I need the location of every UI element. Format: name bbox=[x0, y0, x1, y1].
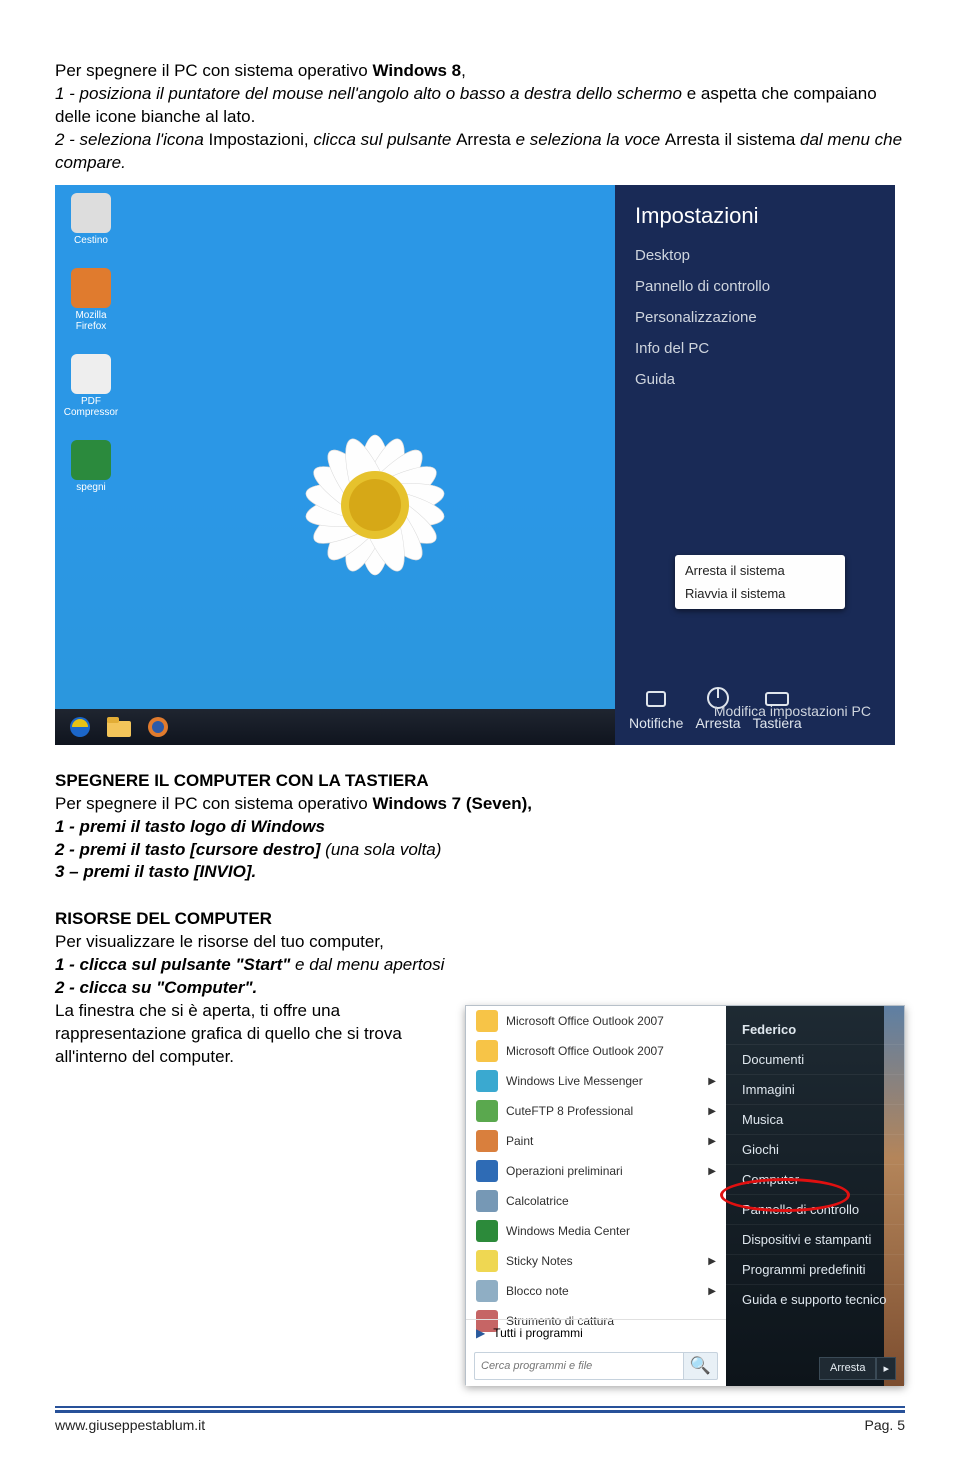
settings-item[interactable]: Desktop bbox=[635, 247, 895, 264]
all-programs[interactable]: ▶ Tutti i programmi bbox=[466, 1319, 726, 1346]
footer-site: www.giuseppestablum.it bbox=[55, 1417, 205, 1433]
submenu-arrow-icon: ▶ bbox=[708, 1106, 716, 1117]
app-icon bbox=[476, 1250, 498, 1272]
intro-paragraph-1: Per spegnere il PC con sistema operativo… bbox=[55, 60, 905, 175]
start-item-label: Sticky Notes bbox=[506, 1254, 573, 1268]
start-left-item[interactable]: CuteFTP 8 Professional ▶ bbox=[466, 1096, 726, 1126]
ie-icon bbox=[69, 716, 91, 738]
start-left-item[interactable]: Paint ▶ bbox=[466, 1126, 726, 1156]
figure-start-menu: Microsoft Office Outlook 2007 Microsoft O… bbox=[465, 1005, 905, 1385]
desktop-icons: Cestino Mozilla Firefox PDF Compressor s… bbox=[63, 193, 119, 515]
win8-taskbar bbox=[55, 709, 615, 745]
daisy-image bbox=[245, 375, 505, 635]
user-name[interactable]: Federico bbox=[726, 1006, 904, 1044]
app-icon bbox=[476, 1280, 498, 1302]
start-right-item[interactable]: Giochi bbox=[726, 1134, 904, 1164]
settings-item[interactable]: Guida bbox=[635, 371, 895, 388]
start-item-label: Windows Live Messenger bbox=[506, 1074, 643, 1088]
app-icon bbox=[476, 1040, 498, 1062]
popup-item-restart[interactable]: Riavvia il sistema bbox=[675, 582, 845, 605]
settings-item[interactable]: Pannello di controllo bbox=[635, 278, 895, 295]
settings-item[interactable]: Info del PC bbox=[635, 340, 895, 357]
app-icon bbox=[476, 1010, 498, 1032]
start-item-label: Blocco note bbox=[506, 1284, 569, 1298]
start-right-item[interactable]: Immagini bbox=[726, 1074, 904, 1104]
start-left-item[interactable]: Calcolatrice bbox=[466, 1186, 726, 1216]
start-left-item[interactable]: Windows Live Messenger ▶ bbox=[466, 1066, 726, 1096]
notifications-button[interactable]: Notifiche bbox=[629, 684, 683, 731]
start-item-label: CuteFTP 8 Professional bbox=[506, 1104, 633, 1118]
start-item-label: Operazioni preliminari bbox=[506, 1164, 623, 1178]
start-right-item[interactable]: Musica bbox=[726, 1104, 904, 1134]
start-left-item[interactable]: Operazioni preliminari ▶ bbox=[466, 1156, 726, 1186]
start-left-item[interactable]: Blocco note ▶ bbox=[466, 1276, 726, 1306]
settings-item[interactable]: Personalizzazione bbox=[635, 309, 895, 326]
start-right-item[interactable]: Documenti bbox=[726, 1044, 904, 1074]
start-left-item[interactable]: Sticky Notes ▶ bbox=[466, 1246, 726, 1276]
triangle-icon: ▶ bbox=[476, 1326, 485, 1340]
start-item-label: Calcolatrice bbox=[506, 1194, 569, 1208]
start-item-label: Paint bbox=[506, 1134, 533, 1148]
start-left-column: Microsoft Office Outlook 2007 Microsoft O… bbox=[466, 1006, 726, 1386]
submenu-arrow-icon: ▶ bbox=[708, 1166, 716, 1177]
section-resources: RISORSE DEL COMPUTER Per visualizzare le… bbox=[55, 908, 475, 1069]
search-icon[interactable]: 🔍 bbox=[684, 1352, 718, 1380]
start-item-label: Microsoft Office Outlook 2007 bbox=[506, 1014, 664, 1028]
start-item-label: Microsoft Office Outlook 2007 bbox=[506, 1044, 664, 1058]
app-icon bbox=[476, 1190, 498, 1212]
app-icon bbox=[476, 1100, 498, 1122]
submenu-arrow-icon: ▶ bbox=[708, 1286, 716, 1297]
section-keyboard: SPEGNERE IL COMPUTER CON LA TASTIERA Per… bbox=[55, 770, 905, 885]
footer-page: Pag. 5 bbox=[865, 1417, 905, 1433]
settings-title: Impostazioni bbox=[635, 203, 895, 229]
start-right-item[interactable]: Programmi predefiniti bbox=[726, 1254, 904, 1284]
start-right-column: Federico DocumentiImmaginiMusicaGiochiCo… bbox=[726, 1006, 904, 1386]
start-left-item[interactable]: Microsoft Office Outlook 2007 bbox=[466, 1036, 726, 1066]
submenu-arrow-icon: ▶ bbox=[708, 1076, 716, 1087]
start-left-item[interactable]: Microsoft Office Outlook 2007 bbox=[466, 1006, 726, 1036]
shutdown-button[interactable]: Arresta▸ bbox=[819, 1357, 896, 1380]
firefox-icon bbox=[147, 716, 169, 738]
app-icon bbox=[476, 1070, 498, 1092]
change-pc-settings-link[interactable]: Modifica impostazioni PC bbox=[714, 703, 871, 719]
submenu-arrow-icon: ▶ bbox=[708, 1256, 716, 1267]
popup-item-shutdown[interactable]: Arresta il sistema bbox=[675, 559, 845, 582]
start-left-item[interactable]: Windows Media Center bbox=[466, 1216, 726, 1246]
power-popup: Arresta il sistema Riavvia il sistema bbox=[675, 555, 845, 609]
figure-win8-settings: Cestino Mozilla Firefox PDF Compressor s… bbox=[55, 185, 895, 745]
search-input[interactable] bbox=[474, 1352, 684, 1380]
red-circle-annotation bbox=[720, 1178, 850, 1212]
page-footer: www.giuseppestablum.it Pag. 5 bbox=[55, 1410, 905, 1433]
win8-desktop: Cestino Mozilla Firefox PDF Compressor s… bbox=[55, 185, 615, 745]
settings-charm-panel: Impostazioni Desktop Pannello di control… bbox=[615, 185, 895, 745]
start-item-label: Windows Media Center bbox=[506, 1224, 630, 1238]
app-icon bbox=[476, 1130, 498, 1152]
start-right-item[interactable]: Guida e supporto tecnico bbox=[726, 1284, 904, 1314]
app-icon bbox=[476, 1160, 498, 1182]
app-icon bbox=[476, 1220, 498, 1242]
start-right-item[interactable]: Dispositivi e stampanti bbox=[726, 1224, 904, 1254]
folder-icon bbox=[107, 717, 131, 737]
submenu-arrow-icon: ▶ bbox=[708, 1136, 716, 1147]
